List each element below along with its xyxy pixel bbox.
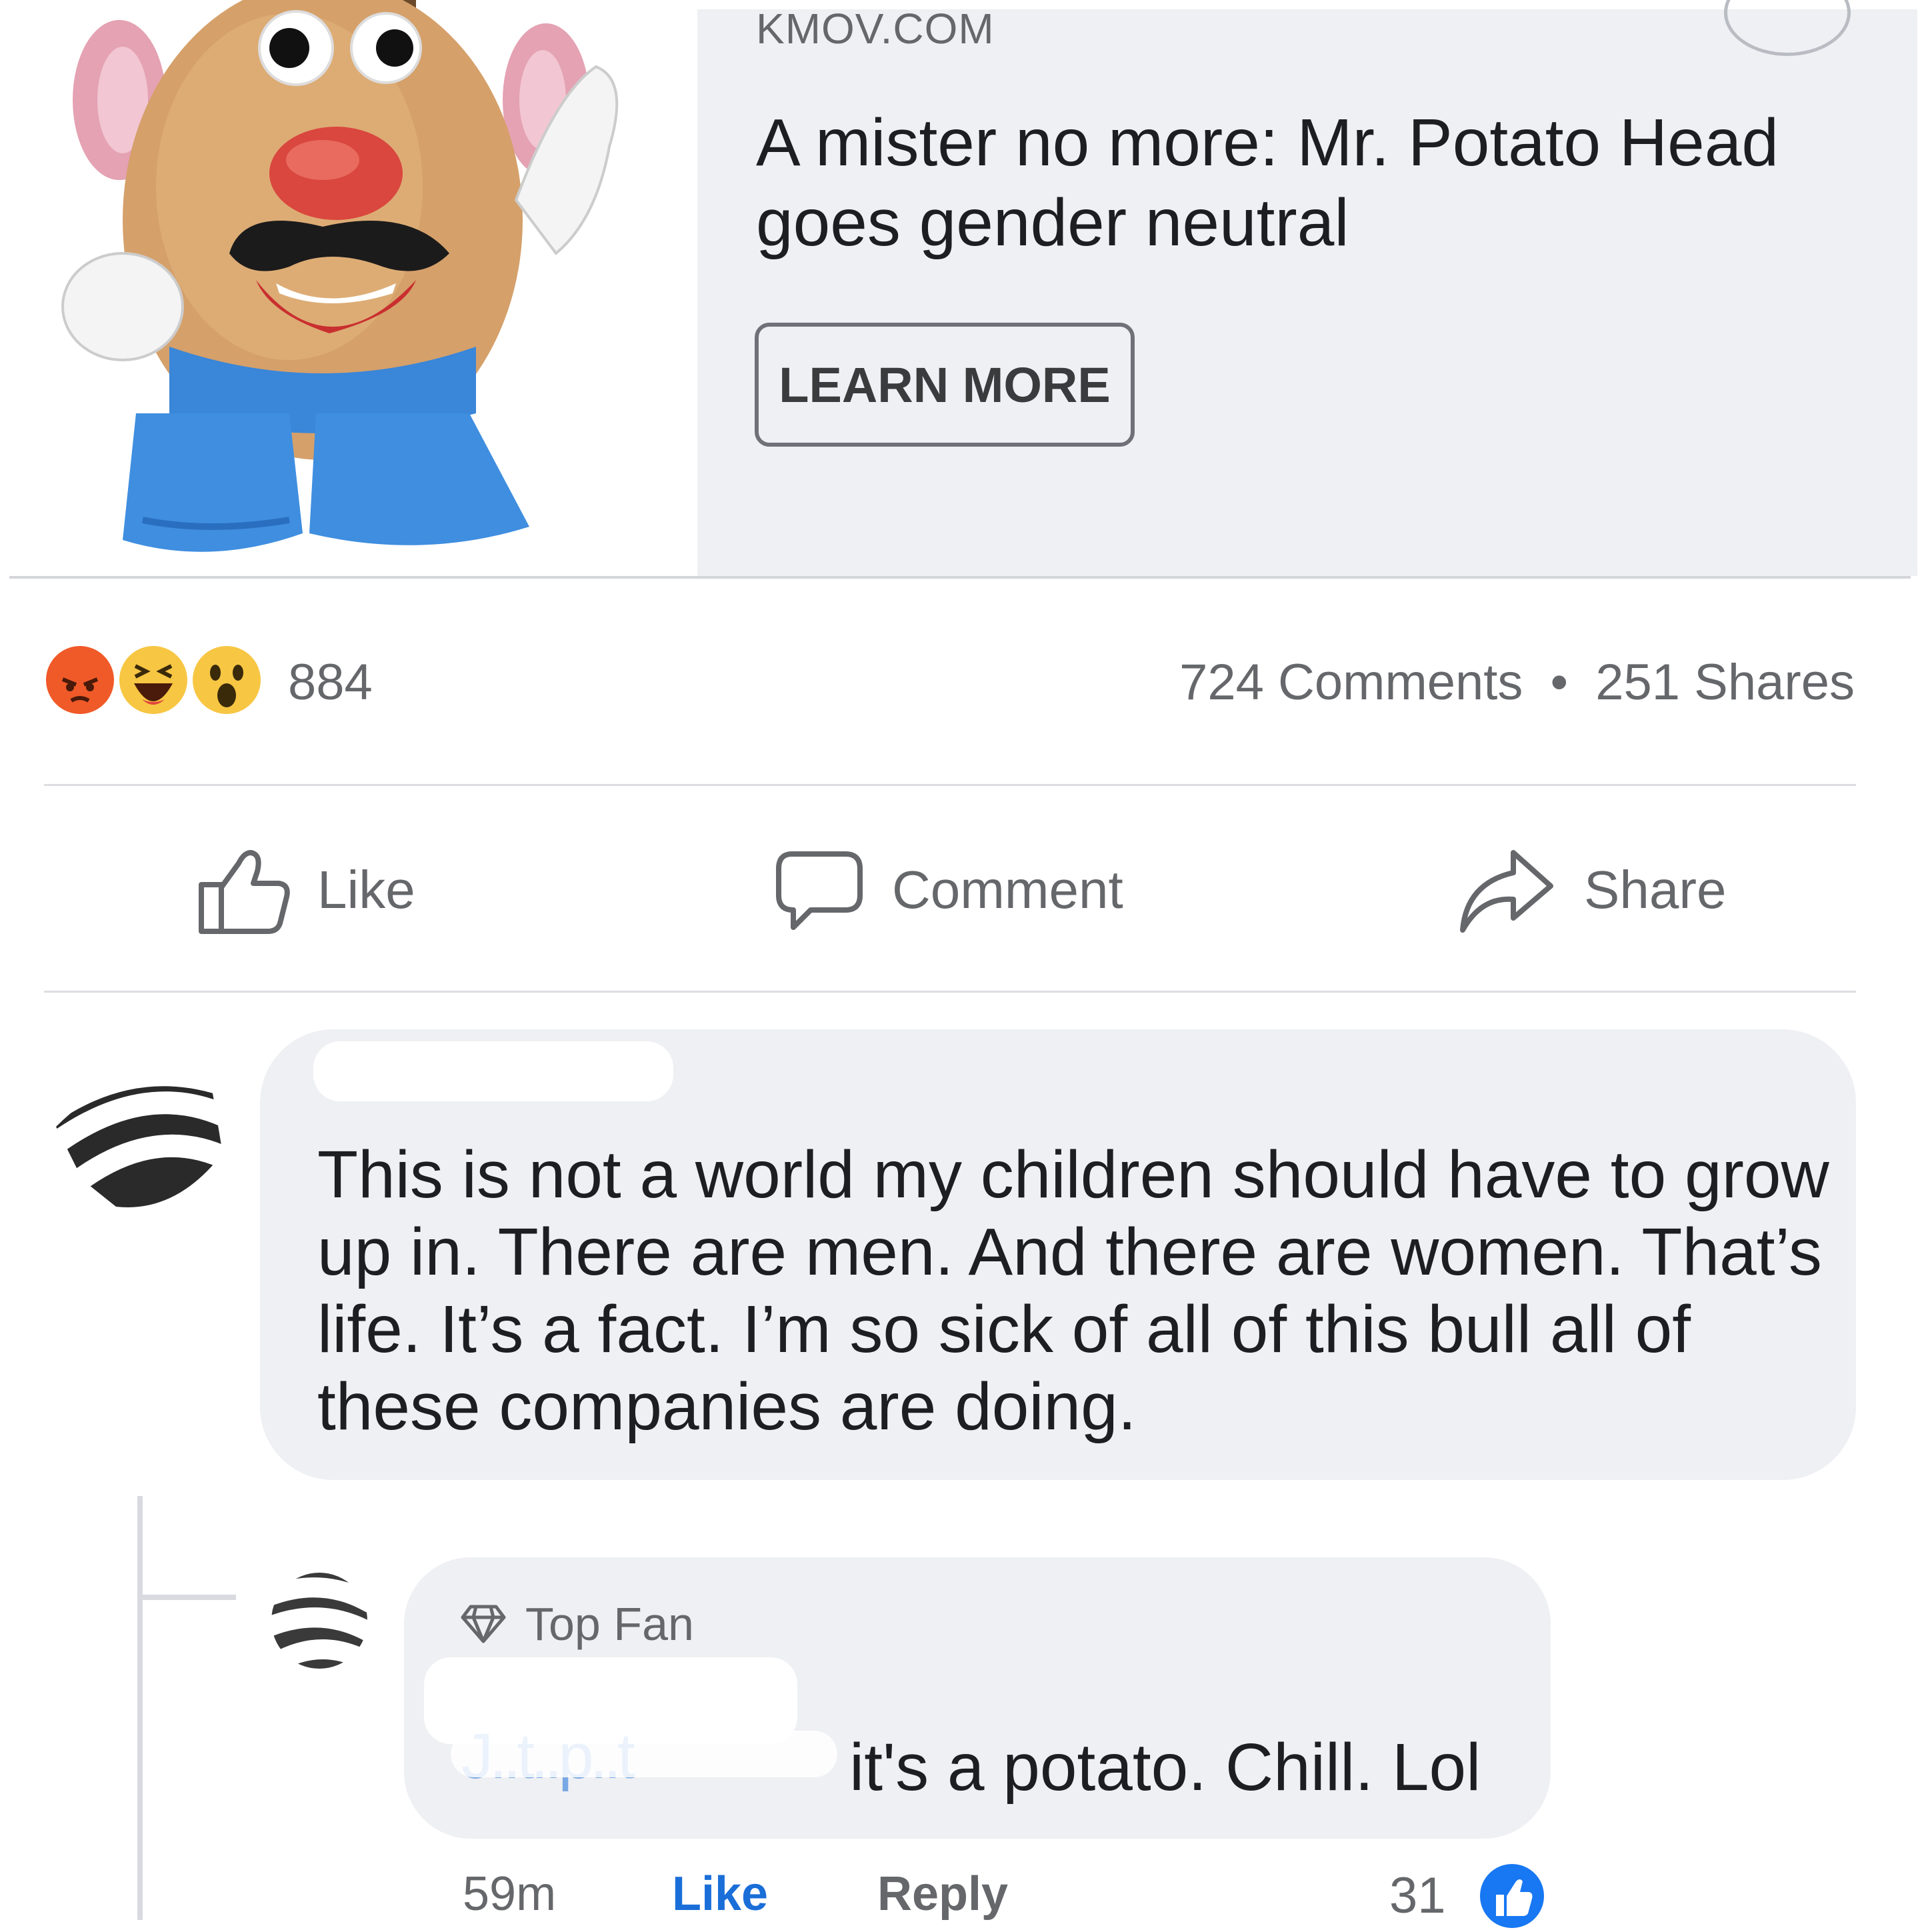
link-preview-text[interactable]: KMOV.COM A mister no more: Mr. Potato He…: [697, 0, 1917, 576]
angry-emoji-icon: [43, 643, 117, 717]
top-fan-badge: Top Fan: [460, 1597, 694, 1651]
like-badge-icon: [1476, 1860, 1548, 1932]
reply-like-link[interactable]: Like: [672, 1867, 768, 1921]
commenter-avatar[interactable]: [31, 1047, 245, 1217]
stats-separator: •: [1550, 654, 1569, 711]
comment-label: Comment: [892, 860, 1123, 919]
link-domain: KMOV.COM: [756, 5, 995, 53]
reply-text: it's a potato. Chill. Lol: [849, 1730, 1481, 1805]
diamond-icon: [461, 1605, 506, 1643]
like-label: Like: [317, 860, 415, 919]
link-thumbnail[interactable]: [9, 0, 697, 576]
thread-line: [137, 1496, 143, 1920]
redacted-mention: [451, 1731, 837, 1777]
reply-time: 59m: [463, 1867, 557, 1921]
redacted-avatar-image: [253, 1573, 386, 1673]
reaction-count[interactable]: 884: [288, 653, 373, 711]
link-headline[interactable]: A mister no more: Mr. Potato Head goes g…: [756, 103, 1889, 263]
thumbs-up-icon: [199, 850, 290, 934]
reply-like-count[interactable]: 31: [1389, 1867, 1446, 1925]
comment-button[interactable]: Comment: [772, 833, 1123, 947]
reply-bubble[interactable]: Top Fan J..t..p..t it's a potato. Chill.…: [404, 1557, 1551, 1839]
comment-bubble[interactable]: This is not a world my children should h…: [260, 1029, 1856, 1480]
divider: [44, 991, 1856, 993]
comment-bubble-icon: [776, 851, 863, 930]
shares-count[interactable]: 251 Shares: [1595, 654, 1855, 711]
reply-reply-link[interactable]: Reply: [877, 1867, 1008, 1921]
share-label: Share: [1584, 860, 1727, 919]
engagement-stats: 724 Comments • 251 Shares: [1179, 653, 1855, 711]
top-fan-label: Top Fan: [525, 1598, 694, 1650]
redacted-name: [313, 1041, 673, 1101]
comment-text: This is not a world my children should h…: [317, 1137, 1829, 1444]
share-arrow-icon: [1460, 850, 1553, 933]
potato-head-image: [61, 0, 619, 552]
comments-count[interactable]: 724 Comments: [1179, 654, 1523, 711]
save-circle-icon[interactable]: [1724, 0, 1851, 56]
thread-branch: [137, 1595, 236, 1600]
divider: [44, 784, 1856, 786]
haha-emoji-icon: [116, 643, 191, 717]
card-divider: [9, 576, 1911, 579]
like-button[interactable]: Like: [197, 833, 415, 947]
learn-more-button[interactable]: LEARN MORE: [755, 323, 1135, 447]
reaction-icons[interactable]: [43, 643, 309, 720]
reply-avatar[interactable]: [253, 1569, 386, 1673]
share-button[interactable]: Share: [1457, 833, 1726, 947]
redacted-avatar-image: [31, 1063, 245, 1207]
wow-emoji-icon: [189, 643, 264, 717]
